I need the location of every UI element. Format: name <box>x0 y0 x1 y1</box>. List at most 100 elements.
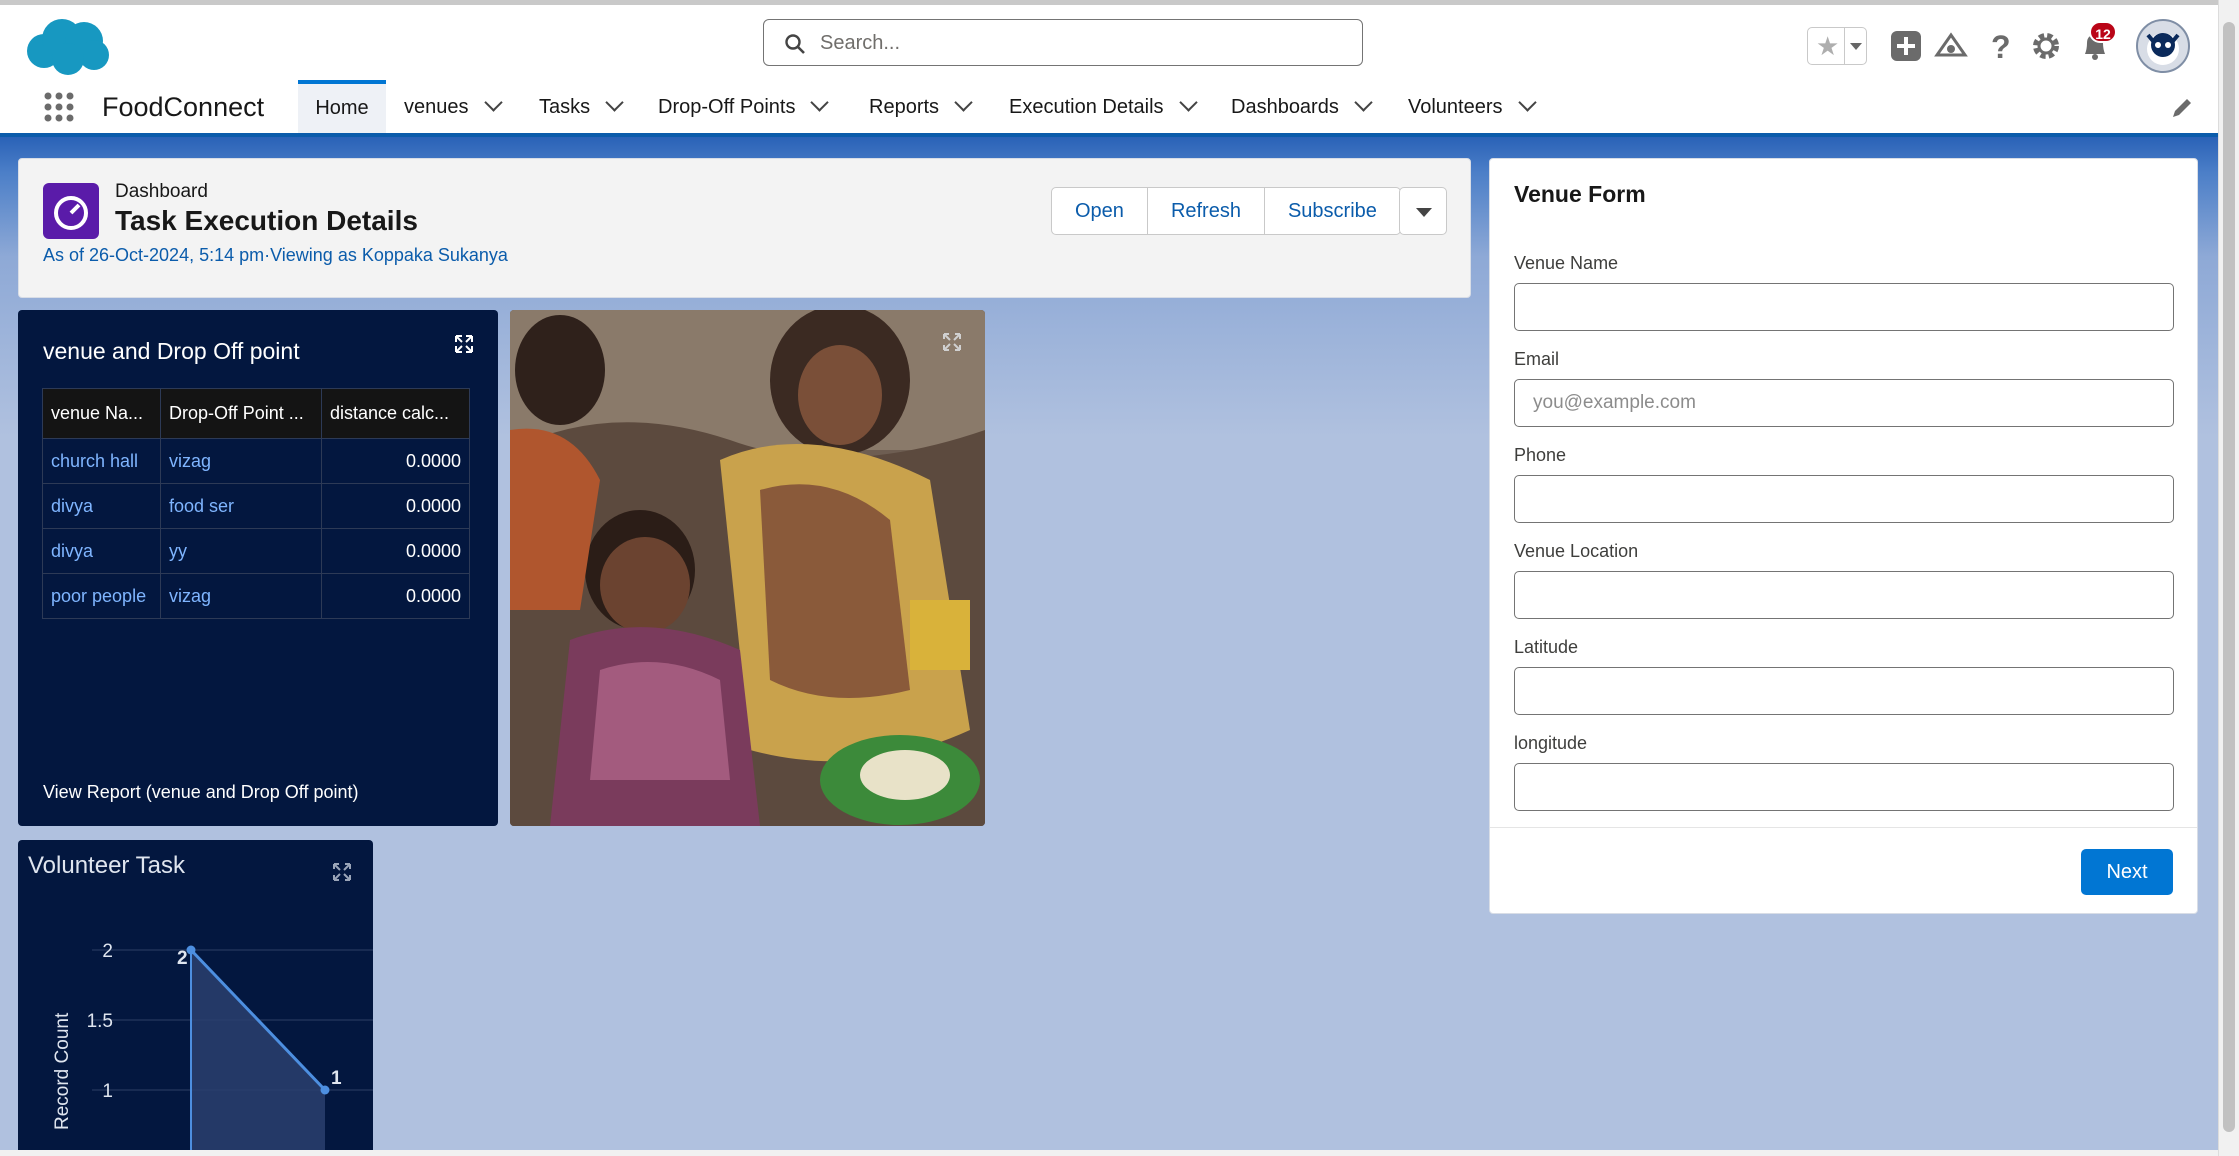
venue-name-label: Venue Name <box>1514 253 1619 273</box>
refresh-button[interactable]: Refresh <box>1148 188 1265 234</box>
table-row: church hall vizag 0.0000 <box>42 438 470 484</box>
search-placeholder: Search... <box>820 32 901 54</box>
venue-name-input[interactable] <box>1514 283 2174 331</box>
app-launcher-icon[interactable] <box>44 92 74 122</box>
tab-volunteers[interactable]: Volunteers <box>1408 80 1537 133</box>
chevron-down-icon[interactable] <box>605 93 624 112</box>
tab-label: Execution Details <box>1009 96 1164 118</box>
data-label: 1 <box>331 1068 342 1089</box>
distance-value: 0.0000 <box>321 528 470 574</box>
series-area <box>191 950 325 1156</box>
horizontal-scrollbar[interactable] <box>0 1150 2218 1156</box>
phone-input[interactable] <box>1514 475 2174 523</box>
favorites-button[interactable]: ★ <box>1807 27 1867 65</box>
global-header: Search... ★ ? 12 <box>0 0 2218 80</box>
favorites-dropdown-button[interactable] <box>1844 28 1867 64</box>
salesforce-logo-icon[interactable] <box>22 15 112 77</box>
app-name: FoodConnect <box>102 92 265 122</box>
dashboard-as-of-text: As of 26-Oct-2024, 5:14 pm·Viewing as Ko… <box>43 245 508 265</box>
volunteer-task-chart-widget: Volunteer Task 2 1.5 1 2 1 Record Count <box>18 840 373 1156</box>
tab-label: Drop-Off Points <box>658 96 796 118</box>
global-search-input[interactable]: Search... <box>763 19 1363 66</box>
user-avatar[interactable] <box>2136 19 2190 73</box>
page: { "header": { "search_placeholder": "Sea… <box>0 0 2239 1156</box>
column-header-drop-off-point[interactable]: Drop-Off Point ... <box>160 388 322 439</box>
data-point <box>186 945 196 955</box>
help-icon[interactable]: ? <box>1982 29 2016 63</box>
caret-down-icon <box>1850 43 1862 50</box>
tab-label: Home <box>315 97 369 119</box>
venue-name-link[interactable]: poor people <box>42 573 161 619</box>
venue-location-input[interactable] <box>1514 571 2174 619</box>
open-button[interactable]: Open <box>1052 188 1148 234</box>
venue-name-link[interactable]: church hall <box>42 438 161 484</box>
scrollbar-thumb[interactable] <box>2223 22 2235 1132</box>
expand-icon[interactable] <box>942 332 962 352</box>
chevron-down-icon[interactable] <box>483 93 503 112</box>
volunteer-task-line-chart: 2 1.5 1 2 1 Record Count <box>52 941 373 1156</box>
venue-name-link[interactable]: divya <box>42 483 161 529</box>
tab-drop-off-points[interactable]: Drop-Off Points <box>658 80 830 133</box>
gauge-icon <box>54 196 88 230</box>
next-button[interactable]: Next <box>2081 849 2173 895</box>
tab-venues[interactable]: venues <box>404 80 503 133</box>
tab-dashboards[interactable]: Dashboards <box>1231 80 1373 133</box>
notification-count-badge: 12 <box>2089 21 2117 43</box>
tab-home[interactable]: Home <box>298 80 386 133</box>
trailhead-guidance-icon[interactable] <box>1934 29 1968 63</box>
dashboard-type-label: Dashboard <box>115 181 208 202</box>
latitude-input[interactable] <box>1514 667 2174 715</box>
longitude-input[interactable] <box>1514 763 2174 811</box>
venue-dropoff-table-widget: venue and Drop Off point venue Na... Dro… <box>18 310 498 826</box>
star-icon: ★ <box>1816 31 1840 61</box>
chevron-down-icon[interactable] <box>1517 93 1537 112</box>
people-eating-photo <box>510 310 985 826</box>
dashboard-button-group: Open Refresh Subscribe <box>1051 187 1401 235</box>
dashboard-header: Dashboard Task Execution Details As of 2… <box>18 158 1471 298</box>
more-actions-button[interactable] <box>1399 187 1447 235</box>
tab-execution-details[interactable]: Execution Details <box>1009 80 1198 133</box>
tab-tasks[interactable]: Tasks <box>539 80 624 133</box>
tab-label: venues <box>404 96 469 118</box>
chevron-down-icon[interactable] <box>810 93 830 112</box>
vertical-scrollbar[interactable] <box>2218 0 2239 1156</box>
tab-label: Tasks <box>539 96 591 118</box>
y-tick-label: 2 <box>102 941 113 962</box>
table-header-row: venue Na... Drop-Off Point ... distance … <box>42 388 470 439</box>
global-actions-add-icon[interactable] <box>1889 29 1923 63</box>
latitude-label: Latitude <box>1514 637 1579 657</box>
drop-off-point-link[interactable]: vizag <box>160 438 322 484</box>
view-report-link[interactable]: View Report (venue and Drop Off point) <box>43 782 359 803</box>
y-tick-label: 1.5 <box>87 1011 113 1032</box>
phone-label: Phone <box>1514 445 1567 465</box>
edit-nav-pencil-icon[interactable] <box>2170 96 2194 120</box>
app-navigation-bar: FoodConnect Home venues Tasks Drop-Off P… <box>0 80 2218 137</box>
column-header-venue-name[interactable]: venue Na... <box>42 388 161 439</box>
column-header-distance[interactable]: distance calc... <box>321 388 470 439</box>
dashboard-title: Task Execution Details <box>115 205 418 236</box>
search-icon <box>785 34 805 54</box>
svg-text:?: ? <box>1991 29 2011 63</box>
venue-location-label: Venue Location <box>1514 541 1639 561</box>
setup-gear-icon[interactable] <box>2029 29 2063 63</box>
venue-form: Venue Form Venue Name Email you@example.… <box>1489 158 2198 914</box>
chevron-down-icon[interactable] <box>1178 93 1198 112</box>
longitude-label: longitude <box>1514 733 1588 753</box>
drop-off-point-link[interactable]: food ser <box>160 483 322 529</box>
email-input[interactable]: you@example.com <box>1514 379 2174 427</box>
dashboard-icon <box>43 183 99 239</box>
data-point <box>320 1085 330 1095</box>
table-row: poor people vizag 0.0000 <box>42 573 470 619</box>
subscribe-button[interactable]: Subscribe <box>1265 188 1400 234</box>
expand-icon[interactable] <box>454 334 474 354</box>
tab-reports[interactable]: Reports <box>869 80 973 133</box>
drop-off-point-link[interactable]: vizag <box>160 573 322 619</box>
tab-label: Dashboards <box>1231 96 1339 118</box>
drop-off-point-link[interactable]: yy <box>160 528 322 574</box>
venue-name-link[interactable]: divya <box>42 528 161 574</box>
form-footer-divider <box>1490 827 2197 828</box>
caret-down-icon <box>1416 208 1432 217</box>
chevron-down-icon[interactable] <box>954 93 973 112</box>
distance-value: 0.0000 <box>321 438 470 484</box>
chevron-down-icon[interactable] <box>1354 93 1373 112</box>
